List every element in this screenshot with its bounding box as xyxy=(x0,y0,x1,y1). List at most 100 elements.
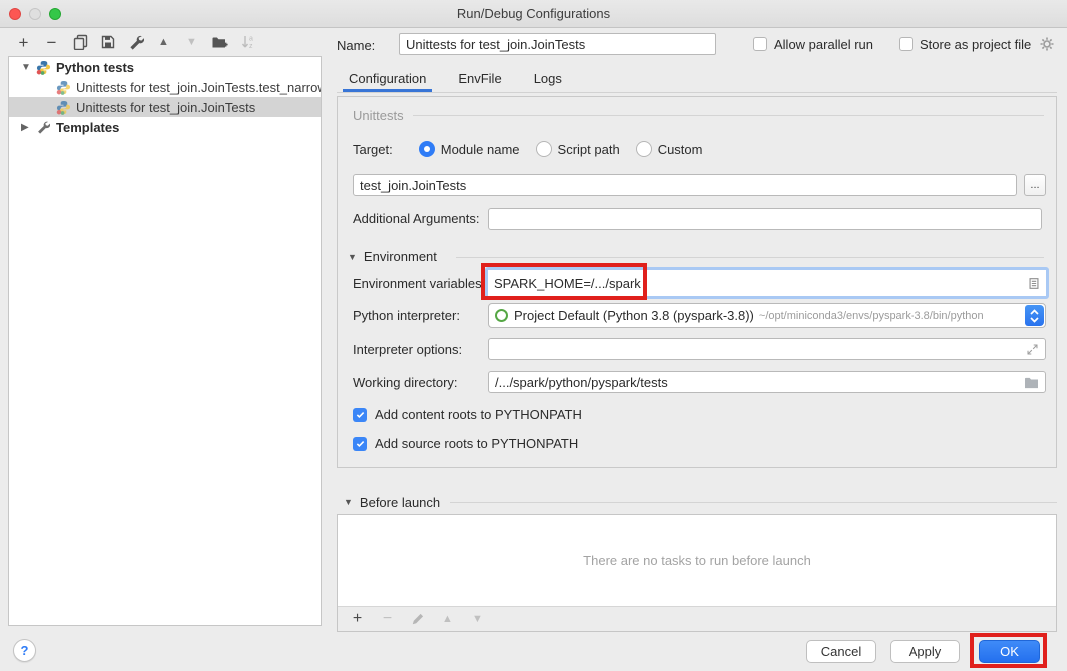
before-launch-panel: There are no tasks to run before launch … xyxy=(337,514,1057,632)
configurations-toolbar: + − ▲ ▼ az xyxy=(8,29,257,55)
add-task-button[interactable]: + xyxy=(348,610,367,629)
allow-parallel-run-label: Allow parallel run xyxy=(774,37,873,52)
title-bar: Run/Debug Configurations xyxy=(0,0,1067,28)
remove-task-button: − xyxy=(378,610,397,629)
tree-item-test-narrow[interactable]: Unittests for test_join.JoinTests.test_n… xyxy=(9,77,321,97)
tree-item-label: Templates xyxy=(56,120,119,135)
store-options-gear-icon[interactable] xyxy=(1039,36,1055,52)
working-directory-input[interactable]: /.../spark/python/pyspark/tests xyxy=(488,371,1046,393)
interpreter-options-label: Interpreter options: xyxy=(353,342,462,357)
edit-task-pencil-icon xyxy=(408,610,427,629)
templates-wrench-icon xyxy=(36,120,51,135)
additional-arguments-input[interactable] xyxy=(488,208,1042,230)
tab-logs[interactable]: Logs xyxy=(528,64,568,92)
checkbox-icon[interactable] xyxy=(753,37,767,51)
radio-unselected-icon[interactable] xyxy=(636,141,652,157)
target-value: test_join.JoinTests xyxy=(360,178,466,193)
add-content-roots-checkbox[interactable]: Add content roots to PYTHONPATH xyxy=(353,407,582,422)
edit-templates-wrench-icon[interactable] xyxy=(126,33,145,52)
target-input[interactable]: test_join.JoinTests xyxy=(353,174,1017,196)
collapsed-arrow-icon[interactable]: ▶ xyxy=(21,122,31,133)
before-launch-empty-message: There are no tasks to run before launch xyxy=(338,515,1056,607)
checkbox-checked-icon[interactable] xyxy=(353,408,367,422)
python-test-icon xyxy=(56,80,71,95)
annotation-rect-ok xyxy=(970,633,1047,668)
close-window-button[interactable] xyxy=(9,8,21,20)
browse-variables-icon[interactable] xyxy=(1027,276,1041,291)
move-down-icon: ▼ xyxy=(182,33,201,52)
before-launch-header[interactable]: ▼ Before launch xyxy=(337,494,1057,510)
cancel-button[interactable]: Cancel xyxy=(806,640,876,663)
radio-selected-icon[interactable] xyxy=(419,141,435,157)
before-launch-label: Before launch xyxy=(360,495,440,510)
annotation-rect-env-vars xyxy=(481,263,647,300)
help-button[interactable]: ? xyxy=(13,639,36,662)
checkbox-icon[interactable] xyxy=(899,37,913,51)
allow-parallel-run-checkbox[interactable]: Allow parallel run xyxy=(753,30,873,58)
section-environment-label: Environment xyxy=(364,249,437,264)
name-label: Name: xyxy=(337,38,375,53)
section-unittests-label: Unittests xyxy=(353,108,404,123)
python-test-icon xyxy=(56,100,71,115)
tab-label: Logs xyxy=(534,71,562,86)
add-source-roots-label: Add source roots to PYTHONPATH xyxy=(375,436,578,451)
name-input[interactable]: Unittests for test_join.JoinTests xyxy=(399,33,716,55)
store-as-project-file-checkbox[interactable]: Store as project file xyxy=(899,30,1031,58)
folder-icon[interactable] xyxy=(1024,376,1039,389)
expanded-arrow-icon[interactable]: ▼ xyxy=(21,62,31,73)
store-as-project-file-label: Store as project file xyxy=(920,37,1031,52)
move-task-down-icon: ▼ xyxy=(468,610,487,629)
python-tests-icon xyxy=(36,60,51,75)
working-directory-value: /.../spark/python/pyspark/tests xyxy=(495,375,668,390)
target-row: Target: Module name Script path Custom xyxy=(353,141,702,157)
target-label: Target: xyxy=(353,142,393,157)
add-source-roots-checkbox[interactable]: Add source roots to PYTHONPATH xyxy=(353,436,578,451)
save-configuration-icon[interactable] xyxy=(98,33,117,52)
tab-label: Configuration xyxy=(349,71,426,86)
tree-item-label: Unittests for test_join.JoinTests.test_n… xyxy=(76,80,321,95)
python-interpreter-select[interactable]: Project Default (Python 3.8 (pyspark-3.8… xyxy=(488,303,1046,328)
section-divider xyxy=(450,502,1057,503)
configurations-tree: ▼ Python tests Unittests for test_join.J… xyxy=(8,56,322,626)
radio-module-name[interactable]: Module name xyxy=(419,141,520,157)
window-title: Run/Debug Configurations xyxy=(457,6,610,21)
python-interpreter-value: Project Default (Python 3.8 (pyspark-3.8… xyxy=(514,308,754,323)
minimize-window-button xyxy=(29,8,41,20)
before-launch-toolbar: + − ▲ ▼ xyxy=(338,607,1056,631)
working-directory-label: Working directory: xyxy=(353,375,458,390)
add-configuration-button[interactable]: + xyxy=(14,33,33,52)
move-up-icon[interactable]: ▲ xyxy=(154,33,173,52)
apply-button[interactable]: Apply xyxy=(890,640,960,663)
radio-script-path[interactable]: Script path xyxy=(536,141,620,157)
tree-item-label: Unittests for test_join.JoinTests xyxy=(76,100,255,115)
tree-item-python-tests[interactable]: ▼ Python tests xyxy=(9,57,321,77)
conda-environment-icon xyxy=(495,309,508,322)
interpreter-options-input[interactable] xyxy=(488,338,1046,360)
browse-target-button[interactable]: ... xyxy=(1024,174,1046,196)
remove-configuration-button[interactable]: − xyxy=(42,33,61,52)
section-divider xyxy=(413,115,1044,116)
zoom-window-button[interactable] xyxy=(49,8,61,20)
svg-text:z: z xyxy=(249,43,253,50)
collapse-arrow-icon[interactable]: ▼ xyxy=(344,497,353,507)
tab-envfile[interactable]: EnvFile xyxy=(452,64,507,92)
tree-item-templates[interactable]: ▶ Templates xyxy=(9,117,321,137)
combo-stepper-icon[interactable] xyxy=(1025,305,1044,326)
tree-item-jointests-selected[interactable]: Unittests for test_join.JoinTests xyxy=(9,97,321,117)
expand-field-icon[interactable] xyxy=(1026,343,1039,356)
radio-label: Custom xyxy=(658,142,703,157)
move-into-folder-icon[interactable] xyxy=(210,33,229,52)
copy-configuration-icon[interactable] xyxy=(70,33,89,52)
environment-section-header[interactable]: ▼ Environment xyxy=(348,249,437,264)
collapse-arrow-icon[interactable]: ▼ xyxy=(348,252,357,262)
radio-unselected-icon[interactable] xyxy=(536,141,552,157)
svg-text:a: a xyxy=(249,36,253,43)
configuration-form: Unittests Target: Module name Script pat… xyxy=(337,96,1057,468)
radio-label: Module name xyxy=(441,142,520,157)
radio-custom[interactable]: Custom xyxy=(636,141,703,157)
name-value: Unittests for test_join.JoinTests xyxy=(406,37,585,52)
checkbox-checked-icon[interactable] xyxy=(353,437,367,451)
radio-label: Script path xyxy=(558,142,620,157)
tab-configuration[interactable]: Configuration xyxy=(343,64,432,92)
additional-arguments-label: Additional Arguments: xyxy=(353,211,479,226)
